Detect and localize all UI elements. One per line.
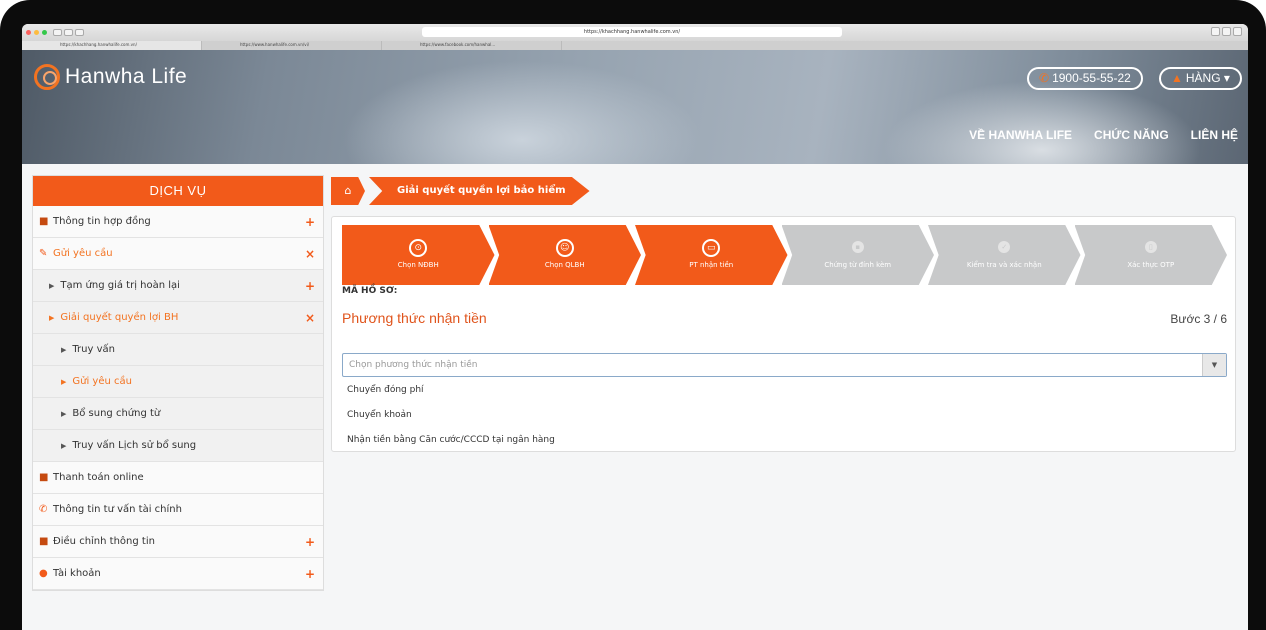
breadcrumb: ⌂ Giải quyết quyền lợi bảo hiểm — [331, 177, 590, 205]
collapse-icon[interactable]: × — [305, 311, 315, 325]
person-icon: ☺ — [555, 239, 574, 257]
service-sidebar: DỊCH VỤ ■ Thông tin hợp đồng + ✎ Gửi yêu cầ… — [32, 175, 324, 591]
phone-icon: ✆ — [1039, 71, 1050, 85]
step-review[interactable]: ✓ Kiểm tra và xác nhận — [928, 225, 1081, 285]
briefcase-icon: ■ — [39, 216, 49, 227]
phone-icon: ✆ — [39, 504, 48, 515]
briefcase-icon: ■ — [39, 472, 49, 483]
hotline-button[interactable]: ✆ 1900-55-55-22 — [1027, 67, 1143, 90]
nav-contact[interactable]: LIÊN HỆ — [1191, 128, 1238, 142]
maximize-dot-icon[interactable] — [42, 30, 47, 35]
breadcrumb-current[interactable]: Giải quyết quyền lợi bảo hiểm — [369, 177, 590, 205]
site-header: Hanwha Life ✆ 1900-55-55-22 ▲ HÀNG ▾ — [22, 50, 1248, 164]
browser-tab[interactable]: https://www.facebook.com/hanwhal... — [382, 41, 562, 50]
option-bank-transfer[interactable]: Chuyển khoản — [347, 410, 412, 420]
caret-icon: ▶ — [61, 441, 67, 450]
browser-tabs: https://khachhang.hanwhalife.com.vn/ htt… — [22, 41, 1248, 50]
sidebar-item-update-info[interactable]: ■ Điều chỉnh thông tin + — [33, 526, 323, 558]
settings-icon[interactable] — [1233, 27, 1242, 36]
step-choose-insured[interactable]: ⊙ Chọn NĐBH — [342, 225, 495, 285]
option-premium-transfer[interactable]: Chuyển đóng phí — [347, 385, 424, 395]
caret-icon: ▶ — [49, 281, 55, 290]
case-id-label: MÃ HỒ SƠ: — [342, 286, 398, 296]
nav-about[interactable]: VỀ HANWHA LIFE — [969, 128, 1072, 142]
forward-button[interactable] — [64, 29, 73, 36]
sidebar-item-online-payment[interactable]: ■ Thanh toán online — [33, 462, 323, 494]
option-id-card-bank[interactable]: Nhận tiền bằng Căn cước/CCCD tại ngân hà… — [347, 435, 555, 445]
sidebar-item-account[interactable]: ● Tài khoản + — [33, 558, 323, 590]
expand-icon[interactable]: + — [305, 535, 315, 549]
browser-tab[interactable]: https://www.hanwhalife.com.vn/vi/ — [202, 41, 382, 50]
sidebar-item-financial-advice[interactable]: ✆ Thông tin tư vấn tài chính — [33, 494, 323, 526]
caret-icon: ▶ — [61, 409, 67, 418]
step-payout-method[interactable]: ▭ PT nhận tiền — [635, 225, 788, 285]
sidebar-title: DỊCH VỤ — [33, 176, 323, 206]
expand-icon[interactable]: + — [305, 215, 315, 229]
nav-functions[interactable]: CHỨC NĂNG — [1094, 128, 1169, 142]
minimize-dot-icon[interactable] — [34, 30, 39, 35]
caret-icon: ▶ — [49, 313, 55, 322]
home-icon[interactable]: ⌂ — [331, 177, 365, 205]
select-placeholder: Chọn phương thức nhận tiền — [349, 360, 478, 370]
sidebar-item-claims-request[interactable]: ▶ Gửi yêu cầu — [33, 366, 323, 398]
nav-buttons — [53, 29, 84, 36]
sidebar-item-query[interactable]: ▶ Truy vấn — [33, 334, 323, 366]
user-icon: ▲ — [1171, 71, 1183, 85]
sidebar-item-claims[interactable]: ▶ Giải quyết quyền lợi BH × — [33, 302, 323, 334]
caret-icon: ▶ — [61, 345, 67, 354]
card-icon: ▭ — [702, 239, 721, 257]
user-menu-button[interactable]: ▲ HÀNG ▾ — [1159, 67, 1242, 90]
sidebar-item-contract-info[interactable]: ■ Thông tin hợp đồng + — [33, 206, 323, 238]
section-title: Phương thức nhận tiền — [342, 310, 487, 326]
payout-method-select[interactable]: Chọn phương thức nhận tiền ▼ — [342, 353, 1227, 377]
close-dot-icon[interactable] — [26, 30, 31, 35]
address-bar[interactable]: https://khachhang.hanwhalife.com.vn/ — [422, 27, 842, 37]
hotline-text: 1900-55-55-22 — [1052, 71, 1131, 85]
user-icon: ● — [39, 568, 48, 579]
mobile-icon: ▯ — [1144, 241, 1157, 253]
caret-icon: ▶ — [61, 377, 67, 386]
window-controls[interactable] — [26, 30, 47, 35]
expand-icon[interactable]: + — [305, 567, 315, 581]
lock-icon: ⊙ — [409, 239, 428, 257]
step-indicator: Bước 3 / 6 — [1170, 312, 1227, 326]
document-icon: ▪ — [851, 241, 864, 253]
chevron-down-icon[interactable]: ▼ — [1202, 354, 1226, 376]
briefcase-icon: ■ — [39, 536, 49, 547]
tabs-icon[interactable] — [1222, 27, 1231, 36]
check-icon: ✓ — [998, 241, 1011, 253]
share-icon[interactable] — [1211, 27, 1220, 36]
logo-mark-icon — [34, 64, 60, 90]
browser-tab[interactable]: https://khachhang.hanwhalife.com.vn/ — [22, 41, 202, 50]
browser-actions — [1211, 27, 1242, 36]
back-button[interactable] — [53, 29, 62, 36]
step-otp[interactable]: ▯ Xác thực OTP — [1074, 225, 1227, 285]
user-name: HÀNG — [1185, 71, 1221, 85]
top-nav: VỀ HANWHA LIFE CHỨC NĂNG LIÊN HỆ — [969, 128, 1238, 142]
step-documents[interactable]: ▪ Chứng từ đính kèm — [781, 225, 934, 285]
browser-toolbar: https://khachhang.hanwhalife.com.vn/ — [22, 24, 1248, 41]
sidebar-item-history[interactable]: ▶ Truy vấn Lịch sử bổ sung — [33, 430, 323, 462]
collapse-icon[interactable]: × — [305, 247, 315, 261]
claim-form-panel: ⊙ Chọn NĐBH ☺ Chọn QLBH ▭ PT nhận tiền ▪ Chứ… — [331, 216, 1236, 452]
expand-icon[interactable]: + — [305, 279, 315, 293]
logo-text: Hanwha Life — [65, 65, 188, 88]
sidebar-item-send-request[interactable]: ✎ Gửi yêu cầu × — [33, 238, 323, 270]
step-choose-benefit[interactable]: ☺ Chọn QLBH — [488, 225, 641, 285]
sidebar-toggle-button[interactable] — [75, 29, 84, 36]
screen: https://khachhang.hanwhalife.com.vn/ htt… — [22, 24, 1248, 630]
edit-icon: ✎ — [39, 248, 48, 259]
sidebar-item-advance[interactable]: ▶ Tạm ứng giá trị hoàn lại + — [33, 270, 323, 302]
step-wizard: ⊙ Chọn NĐBH ☺ Chọn QLBH ▭ PT nhận tiền ▪ Chứ… — [342, 225, 1227, 285]
sidebar-item-add-documents[interactable]: ▶ Bổ sung chứng từ — [33, 398, 323, 430]
hanwha-logo[interactable]: Hanwha Life — [34, 64, 187, 90]
